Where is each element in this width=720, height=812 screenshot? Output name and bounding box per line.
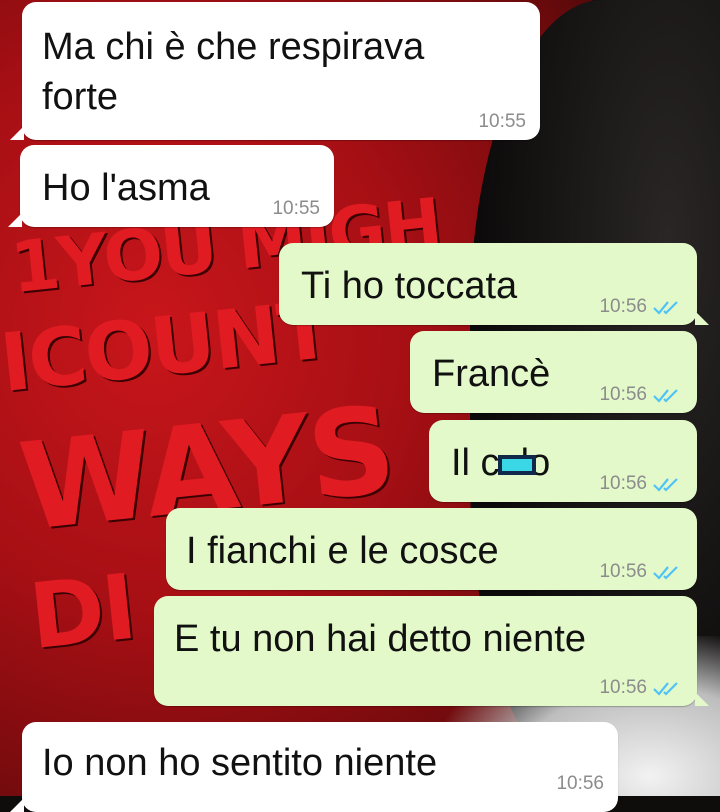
message-text: E tu non hai detto niente [174,618,586,660]
message-meta: 10:56 [599,678,683,698]
message-meta: 10:56 [599,385,683,405]
message-bubble-outgoing[interactable]: I fianchi e le cosce 10:56 [166,508,697,590]
message-bubble-outgoing[interactable]: E tu non hai detto niente 10:56 [154,596,709,706]
censor-sticker [498,455,536,475]
double-check-icon [653,566,678,580]
message-meta: 10:56 [599,297,683,317]
message-time: 10:55 [272,198,320,219]
message-meta: 10:55 [478,112,526,132]
double-check-icon [653,301,678,315]
message-bubble-incoming[interactable]: Ho l'asma 10:55 [8,145,334,227]
message-text: Ho l'asma [42,167,210,209]
chat-messages-area[interactable]: Ma chi è che respirava forte 10:55 Ho l'… [0,0,720,812]
message-bubble-outgoing[interactable]: Francè 10:56 [410,331,697,413]
message-meta: 10:56 [599,562,683,582]
message-text: Ti ho toccata [301,265,518,307]
message-time: 10:56 [599,561,647,582]
message-text: Io non ho sentito niente [42,742,438,784]
message-text: Ma chi è che respirava forte [42,26,425,118]
message-bubble-outgoing[interactable]: Ti ho toccata 10:56 [279,243,709,325]
message-time: 10:56 [599,473,647,494]
double-check-icon [653,682,678,696]
message-time: 10:56 [599,384,647,405]
message-meta: 10:56 [556,774,604,794]
message-time: 10:56 [599,296,647,317]
message-meta: 10:56 [599,474,683,494]
message-bubble-outgoing[interactable]: Il c lo 10:56 [429,420,697,502]
message-meta: 10:55 [272,199,320,219]
double-check-icon [653,478,678,492]
message-text: I fianchi e le cosce [186,530,499,572]
message-time: 10:56 [599,677,647,698]
message-bubble-incoming[interactable]: Ma chi è che respirava forte 10:55 [10,2,540,140]
double-check-icon [653,389,678,403]
message-text: Francè [432,353,551,395]
message-bubble-incoming[interactable]: Io non ho sentito niente 10:56 [10,722,618,812]
message-time: 10:56 [556,773,604,794]
message-time: 10:55 [478,111,526,132]
